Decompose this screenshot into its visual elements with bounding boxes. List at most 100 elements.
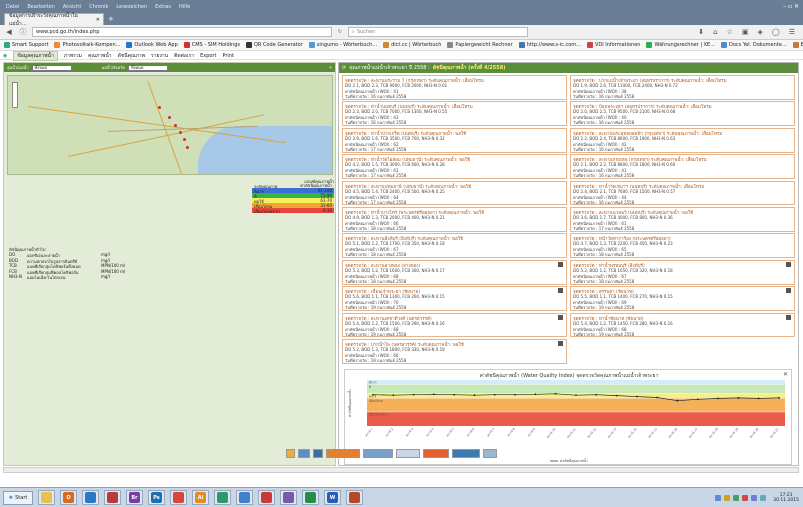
thumbnail[interactable]	[286, 448, 295, 458]
station-card[interactable]: จุดตรวจวัด : ท่าน้ำชัยนาท (ชัยนาท) DO 5.4…	[570, 312, 795, 338]
nav-item[interactable]: ติดต่อเรา	[174, 52, 194, 60]
chart-icon[interactable]	[558, 314, 563, 320]
info-icon[interactable]: ⓘ	[18, 27, 28, 37]
taskbar-app[interactable]	[346, 490, 363, 505]
station-marker[interactable]	[168, 116, 171, 119]
menu-item[interactable]: Extras	[155, 4, 171, 10]
station-card[interactable]: จุดตรวจวัด : ท่าน้ำบางไทร (พระนครศรีอยุธ…	[342, 207, 567, 232]
bookmark-item[interactable]: Währungsrechner | XE...	[646, 42, 715, 48]
taskbar-app[interactable]	[236, 490, 253, 505]
clipboard-icon[interactable]: ▣	[742, 28, 749, 36]
horizontal-scrollbar[interactable]	[3, 467, 799, 473]
nav-item[interactable]: Print	[222, 53, 234, 59]
station-marker[interactable]	[186, 146, 189, 149]
station-card[interactable]: จุดตรวจวัด : สะพานสิงห์บุรี (สิงห์บุรี) …	[342, 233, 567, 259]
station-card[interactable]: จุดตรวจวัด : สะพานนวลฉวี (นนทบุรี) ระดับ…	[570, 207, 795, 232]
thumbnail[interactable]	[483, 448, 497, 458]
taskbar-app[interactable]: Br	[126, 490, 143, 505]
new-tab-button[interactable]: +	[108, 15, 114, 23]
station-card[interactable]: จุดตรวจวัด : สะพานพระราม 7 (กรุงเทพฯ) ระ…	[342, 75, 567, 100]
back-icon[interactable]: ◀	[4, 28, 14, 36]
menu-item[interactable]: Chronik	[89, 4, 108, 10]
taskbar-app[interactable]: Ai	[192, 490, 209, 505]
reload-icon[interactable]: ↻	[336, 29, 344, 35]
zoom-control[interactable]	[12, 82, 18, 108]
nav-item[interactable]: ดัชนีคุณภาพ	[118, 52, 145, 60]
chart-icon[interactable]	[558, 341, 563, 346]
clock[interactable]: 17:21 30.11.2015	[773, 493, 799, 503]
taskbar-app[interactable]	[214, 490, 231, 505]
close-icon[interactable]: ✕	[96, 17, 100, 23]
bookmark-item[interactable]: Outlook Web App	[126, 42, 178, 48]
thumbnail[interactable]	[452, 448, 480, 458]
basin-select[interactable]: ทั้งหมด	[31, 64, 72, 71]
bookmark-item[interactable]: Papiergewicht Rechner	[447, 42, 513, 48]
download-icon[interactable]: ⬇	[698, 28, 704, 36]
station-card[interactable]: จุดตรวจวัด : ท่าน้ำวัดไผ่ล้อม (ปทุมธานี)…	[342, 154, 567, 180]
thumbnail[interactable]	[313, 448, 323, 458]
bookmark-item[interactable]: Docs Yel. Dokumente...	[720, 42, 787, 48]
chat-icon[interactable]: ◯	[772, 28, 780, 36]
taskbar-app[interactable]	[82, 490, 99, 505]
nav-item[interactable]: รายงาน	[151, 52, 168, 60]
bookmark-star-icon[interactable]: ☆	[727, 28, 733, 36]
station-card[interactable]: จุดตรวจวัด : สะพานกรุงเทพ (กรุงเทพฯ) ระด…	[570, 154, 795, 180]
chart-icon[interactable]	[558, 261, 563, 267]
taskbar-app[interactable]	[280, 490, 297, 505]
station-marker[interactable]	[174, 124, 177, 127]
window-controls[interactable]: – ▫ ✕	[783, 3, 799, 10]
taskbar-app[interactable]	[104, 490, 121, 505]
menu-item[interactable]: Hilfe	[179, 4, 190, 10]
thumbnail[interactable]	[396, 448, 420, 458]
station-card[interactable]: จุดตรวจวัด : ท่าน้ำนนทบุรี (นนทบุรี) ระด…	[342, 101, 567, 127]
tray-app-icon[interactable]	[751, 494, 758, 501]
taskbar-app[interactable]: Ps	[148, 490, 165, 505]
station-marker[interactable]	[183, 138, 186, 141]
bookmark-item[interactable]: QR Code Generator	[245, 42, 303, 48]
tray-app-icon[interactable]	[724, 494, 731, 501]
taskbar-app[interactable]: W	[324, 490, 341, 505]
station-card[interactable]: จุดตรวจวัด : ท่าน้ำพรหมบุรี (สิงห์บุรี) D…	[570, 259, 795, 285]
station-card[interactable]: จุดตรวจวัด : ป้อมพระจุลฯ (สมุทรปราการ) ร…	[570, 101, 795, 127]
station-card[interactable]: จุดตรวจวัด : เขื่อนเจ้าพระยา (ชัยนาท) DO …	[342, 286, 567, 312]
station-card[interactable]: จุดตรวจวัด : สะพานเดชาติวงศ์ (นครสวรรค์)…	[342, 312, 567, 338]
bookmark-item[interactable]: Photovoltaik-Kompen...	[54, 42, 120, 48]
station-card[interactable]: จุดตรวจวัด : สะพานพระพุทธยอดฟ้า (กรุงเทพ…	[570, 127, 795, 153]
nav-item[interactable]: ภาพรวม	[64, 52, 82, 60]
station-card[interactable]: จุดตรวจวัด : ท่าน้ำปากเกร็ด (นนทบุรี) ระ…	[342, 127, 567, 153]
chart-icon[interactable]	[786, 261, 791, 267]
start-button[interactable]: ❖ Start	[3, 490, 33, 505]
menu-item[interactable]: Datei	[6, 4, 19, 10]
station-card[interactable]: จุดตรวจวัด : หน้าวัดท่าการ้อง (พระนครศรี…	[570, 233, 795, 259]
nav-item[interactable]: คุณภาพน้ำ	[88, 52, 112, 60]
station-card[interactable]: จุดตรวจวัด : สะพานอ่างทอง (อ่างทอง) DO 5.…	[342, 259, 567, 285]
station-card[interactable]: จุดตรวจวัด : สะพานปทุมธานี (ปทุมธานี) ระ…	[342, 180, 567, 206]
taskbar-app[interactable]	[302, 490, 319, 505]
thumbnail[interactable]	[423, 448, 449, 458]
station-marker[interactable]	[179, 131, 182, 134]
menu-item[interactable]: Lesezeichen	[116, 4, 147, 10]
network-icon[interactable]	[715, 494, 722, 501]
station-card[interactable]: จุดตรวจวัด : ท่าน้ำวัดเขมาฯ (นนทบุรี) ระ…	[570, 180, 795, 206]
shield-icon[interactable]: ◈	[757, 28, 762, 36]
taskbar-app[interactable]	[38, 490, 55, 505]
bookmark-item[interactable]: http://www.s-ic.com...	[518, 42, 581, 48]
chart-icon[interactable]	[786, 288, 791, 294]
volume-icon[interactable]	[760, 494, 767, 501]
thumbnail[interactable]	[326, 448, 360, 458]
bookmark-item[interactable]: CMS - SIM Holdings	[183, 42, 240, 48]
search-input[interactable]: ⌕ Suchen	[348, 27, 528, 37]
bookmark-item[interactable]: VDI Informationen	[586, 42, 640, 48]
menu-item[interactable]: Ansicht	[63, 4, 81, 10]
app-logo[interactable]: ◉	[3, 53, 7, 59]
station-card[interactable]: จุดตรวจวัด : สรรพยา (ชัยนาท) DO 5.5, BOD …	[570, 286, 795, 312]
taskbar-app[interactable]: O	[60, 490, 77, 505]
station-card[interactable]: จุดตรวจวัด : ปากแม่น้ำเจ้าพระยา (สมุทรปร…	[570, 75, 795, 100]
nav-item[interactable]: Export	[200, 53, 216, 59]
menu-icon[interactable]: ☰	[789, 28, 795, 36]
tray-app-icon[interactable]	[733, 494, 740, 501]
chart-icon[interactable]	[558, 288, 563, 294]
refresh-icon[interactable]: ⟳	[342, 65, 346, 71]
taskbar-app[interactable]	[258, 490, 275, 505]
thumbnail[interactable]	[363, 448, 393, 458]
